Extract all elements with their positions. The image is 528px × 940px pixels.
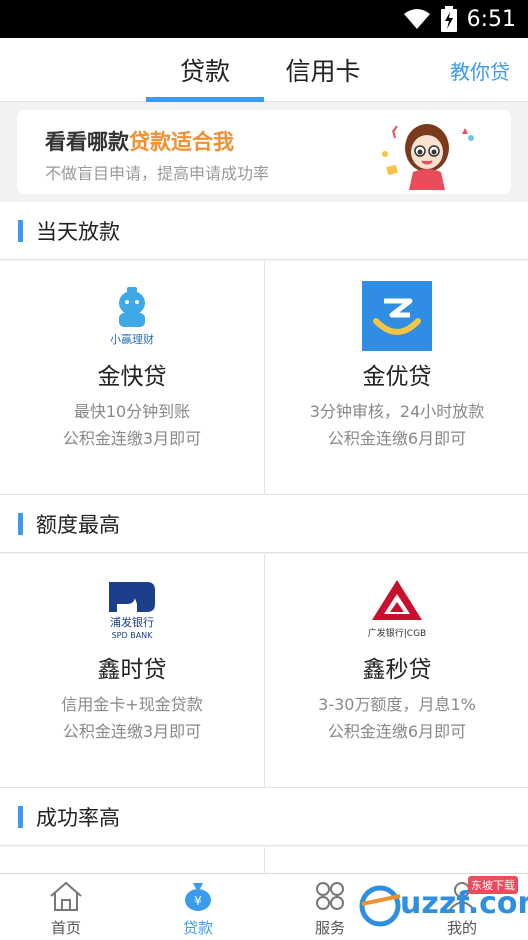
product-desc: 信用金卡+现金贷款 [61,695,203,714]
spd-bank-logo: 浦发银行 SPD BANK [109,582,155,640]
wifi-icon [403,9,430,29]
tab-label: 贷款 [182,919,213,937]
active-tab-indicator [146,97,264,102]
tab-home[interactable]: 首页 [0,874,132,940]
section-header-high-success: 成功率高 [0,788,528,846]
logo-text: 小赢理财 [110,332,154,346]
svg-text:¥: ¥ [194,894,202,908]
uzzf-watermark: uzzf.com 东坡下载 [356,874,528,938]
tab-label: 首页 [50,919,81,937]
product-card-xinmiaodai[interactable]: 广发银行|CGB 鑫秒贷 3-30万额度，月息1% 公积金连缴6月即可 [264,554,528,787]
xiaoying-licai-logo: 小赢理财 [110,287,154,346]
product-requirement: 公积金连缴6月即可 [327,722,467,741]
product-card-jinyoudai[interactable]: 金优贷 3分钟审核，24小时放款 公积金连缴6月即可 [264,261,528,494]
status-bar: 6:51 [0,0,528,38]
section-header-same-day: 当天放款 [0,202,528,260]
cartoon-girl-illustration [382,124,474,190]
product-desc: 3分钟审核，24小时放款 [309,402,485,421]
logo-text: 浦发银行 [110,615,154,629]
product-desc: 3-30万额度，月息1% [318,695,476,714]
banner-title-prefix: 看看哪款 [45,130,129,154]
status-time: 6:51 [466,6,516,32]
product-requirement: 公积金连缴6月即可 [327,429,467,448]
product-card-jinkuaidai[interactable]: 小赢理财 金快贷 最快10分钟到账 公积金连缴3月即可 [0,261,264,494]
section-title: 当天放款 [36,220,120,244]
logo-subtext: SPD BANK [112,631,154,640]
top-navigation: 贷款 信用卡 教你贷 [0,38,528,102]
section-header-highest-limit: 额度最高 [0,495,528,553]
product-card-placeholder[interactable] [0,847,264,873]
product-name: 金快贷 [97,364,167,390]
section-accent-bar [18,513,23,535]
product-requirement: 公积金连缴3月即可 [62,722,202,741]
product-name: 鑫秒贷 [362,657,432,683]
tab-credit-card[interactable]: 信用卡 [264,38,382,102]
banner-title-highlight: 贷款适合我 [129,130,234,154]
section-title: 成功率高 [36,806,120,830]
teach-loan-link[interactable]: 教你贷 [450,38,510,102]
jinyoudai-logo [362,281,432,351]
product-card-xinshidai[interactable]: 浦发银行 SPD BANK 鑫时贷 信用金卡+现金贷款 公积金连缴3月即可 [0,554,264,787]
banner-title: 看看哪款贷款适合我 [45,126,234,156]
watermark-logo-icon [359,885,401,927]
tab-loan-bottom[interactable]: ¥ 贷款 [132,874,264,940]
product-requirement: 公积金连缴3月即可 [62,429,202,448]
moneybag-icon: ¥ [185,883,211,911]
battery-charging-icon [440,6,457,32]
product-card-placeholder[interactable] [264,847,528,873]
product-grid-high-success [0,847,528,873]
section-accent-bar [18,806,23,828]
product-name: 鑫时贷 [97,657,167,683]
loan-quiz-banner[interactable]: 看看哪款贷款适合我 不做盲目申请，提高申请成功率 [17,110,511,194]
tab-loan[interactable]: 贷款 [146,38,264,102]
product-grid-same-day: 小赢理财 金快贷 最快10分钟到账 公积金连缴3月即可 金优贷 3分钟审核，24… [0,261,528,495]
logo-text: 广发银行|CGB [368,627,426,639]
product-name: 金优贷 [362,364,432,390]
section-accent-bar [18,220,23,242]
cgb-bank-logo: 广发银行|CGB [368,580,426,639]
home-icon [50,881,82,911]
watermark-badge: 东坡下载 [468,876,518,894]
product-grid-highest-limit: 浦发银行 SPD BANK 鑫时贷 信用金卡+现金贷款 公积金连缴3月即可 广发… [0,554,528,788]
grid-icon [316,882,344,910]
banner-subtitle: 不做盲目申请，提高申请成功率 [45,164,270,183]
product-desc: 最快10分钟到账 [73,402,191,421]
section-title: 额度最高 [36,513,120,537]
